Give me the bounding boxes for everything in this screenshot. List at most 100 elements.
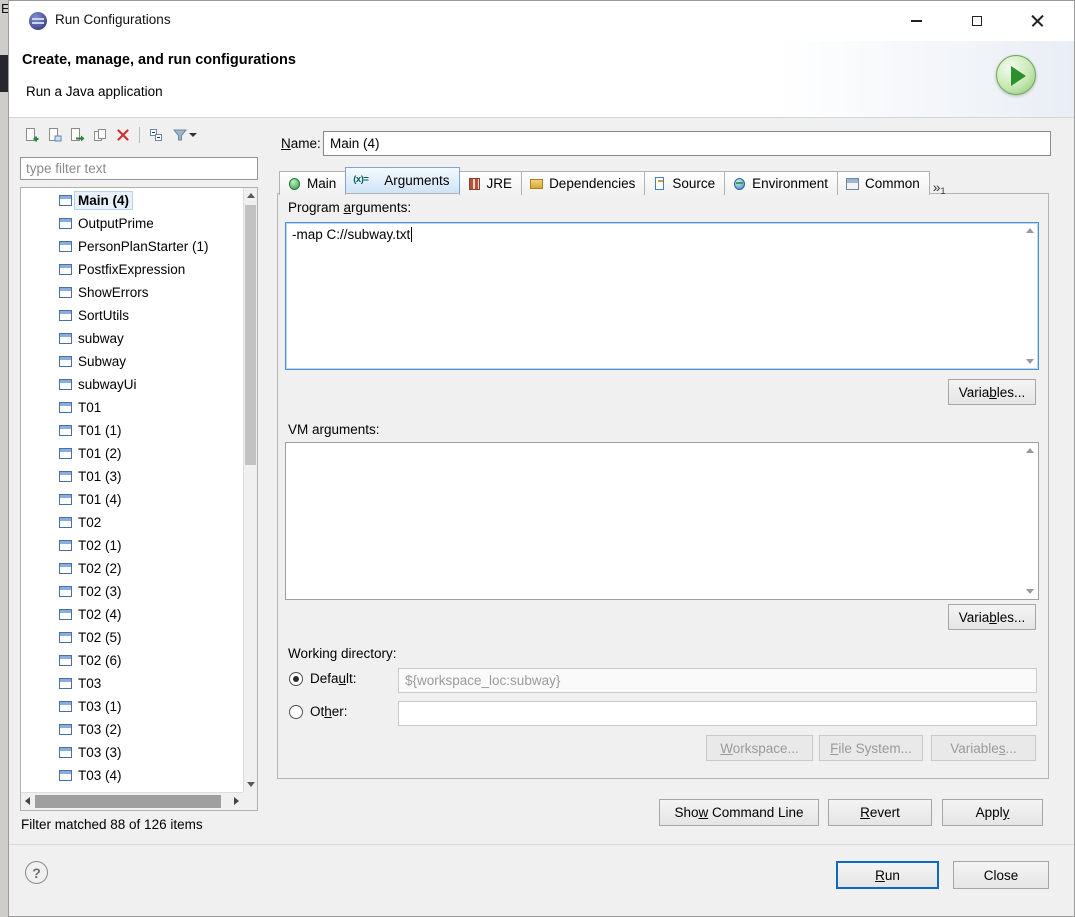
- tab-arguments[interactable]: Arguments: [345, 167, 460, 193]
- tree-item[interactable]: T03 (2): [21, 718, 243, 741]
- duplicate-button[interactable]: [91, 126, 109, 144]
- tree-item[interactable]: Main (4): [21, 189, 243, 212]
- tree-item[interactable]: subwayUi: [21, 373, 243, 396]
- help-icon: ?: [32, 864, 41, 881]
- export-button[interactable]: [68, 126, 86, 144]
- tab-label: Dependencies: [549, 176, 636, 191]
- scroll-left-icon[interactable]: [25, 797, 30, 805]
- scroll-up-icon[interactable]: [247, 193, 255, 198]
- tab-label: Source: [672, 176, 716, 191]
- tree-item[interactable]: PersonPlanStarter (1): [21, 235, 243, 258]
- arguments-tab-content: Program arguments: -map C://subway.txt V…: [277, 193, 1049, 779]
- tree-item-label: T03: [78, 676, 102, 691]
- delete-button[interactable]: [114, 126, 132, 144]
- java-application-icon: [59, 586, 72, 597]
- help-button[interactable]: ?: [25, 861, 48, 884]
- collapse-all-button[interactable]: [147, 126, 165, 144]
- horizontal-scrollbar[interactable]: [21, 792, 243, 810]
- tab-environment[interactable]: Environment: [724, 171, 838, 195]
- java-application-icon: [59, 678, 72, 689]
- textarea-scroll-up-icon[interactable]: [1026, 228, 1034, 233]
- other-directory-field[interactable]: [398, 701, 1037, 726]
- close-window-button[interactable]: [1014, 1, 1060, 41]
- vm-arguments-input[interactable]: [285, 442, 1039, 600]
- tab-label: JRE: [486, 176, 513, 191]
- revert-button[interactable]: Revert: [828, 799, 932, 826]
- tree-item[interactable]: ShowErrors: [21, 281, 243, 304]
- tab-common[interactable]: Common: [836, 171, 930, 195]
- java-application-icon: [59, 724, 72, 735]
- tree-item-label: PersonPlanStarter (1): [78, 239, 209, 254]
- tree-item[interactable]: PostfixExpression: [21, 258, 243, 281]
- tree-item[interactable]: T02 (3): [21, 580, 243, 603]
- new-prototype-button[interactable]: [45, 126, 63, 144]
- tree-item-label: ShowErrors: [78, 285, 149, 300]
- run-badge-icon: [996, 55, 1036, 95]
- textarea-scroll-down-icon[interactable]: [1026, 589, 1034, 594]
- workspace-button: Workspace...: [706, 735, 813, 761]
- close-button[interactable]: Close: [953, 861, 1049, 889]
- filter-input[interactable]: [20, 157, 258, 180]
- tree-item[interactable]: T03 (1): [21, 695, 243, 718]
- tree-item[interactable]: T02 (6): [21, 649, 243, 672]
- filter-status-text: Filter matched 88 of 126 items: [21, 817, 203, 832]
- maximize-button[interactable]: [954, 1, 1000, 41]
- eclipse-logo-icon: [29, 12, 47, 30]
- tab-jre[interactable]: JRE: [458, 171, 523, 195]
- textarea-scroll-up-icon[interactable]: [1026, 448, 1034, 453]
- tree-item[interactable]: T01 (4): [21, 488, 243, 511]
- minimize-button[interactable]: [893, 1, 939, 41]
- tree-item[interactable]: T03: [21, 672, 243, 695]
- default-directory-field: [398, 668, 1037, 693]
- tree-item[interactable]: T01 (2): [21, 442, 243, 465]
- apply-button[interactable]: Apply: [942, 799, 1043, 826]
- tree-item[interactable]: T02 (4): [21, 603, 243, 626]
- default-radio-label[interactable]: Default:: [310, 671, 357, 686]
- tab-main[interactable]: Main: [279, 171, 347, 195]
- java-application-icon: [59, 379, 72, 390]
- tree-item[interactable]: T02 (1): [21, 534, 243, 557]
- environment-tab-icon: [732, 177, 747, 190]
- tree-item-label: T03 (2): [78, 722, 122, 737]
- vm-variables-button[interactable]: Variables...: [948, 604, 1036, 630]
- dialog-footer: ? Run Close: [9, 844, 1074, 916]
- tab-dependencies[interactable]: Dependencies: [521, 171, 646, 195]
- java-application-icon: [59, 471, 72, 482]
- tree-item[interactable]: T01: [21, 396, 243, 419]
- java-application-icon: [59, 241, 72, 252]
- other-radio[interactable]: [289, 705, 303, 719]
- scroll-down-icon[interactable]: [247, 782, 255, 787]
- tree-item[interactable]: T02: [21, 511, 243, 534]
- tab-overflow[interactable]: » 1: [929, 179, 950, 196]
- horizontal-scrollbar-thumb[interactable]: [35, 795, 221, 808]
- tree-item-label: T01 (1): [78, 423, 122, 438]
- tab-source[interactable]: Source: [644, 171, 726, 195]
- filter-menu-button[interactable]: [170, 126, 198, 144]
- vertical-scrollbar-thumb[interactable]: [245, 205, 256, 465]
- tree-item[interactable]: SortUtils: [21, 304, 243, 327]
- tree-item[interactable]: T02 (5): [21, 626, 243, 649]
- new-configuration-button[interactable]: [22, 126, 40, 144]
- common-tab-icon: [845, 177, 860, 190]
- default-radio[interactable]: [289, 672, 303, 686]
- tree-item[interactable]: Subway: [21, 350, 243, 373]
- program-variables-button[interactable]: Variables...: [948, 379, 1036, 405]
- textarea-scroll-down-icon[interactable]: [1026, 359, 1034, 364]
- tree-item[interactable]: T01 (1): [21, 419, 243, 442]
- tab-label: Common: [864, 176, 920, 191]
- show-command-line-button[interactable]: Show Command Line: [659, 799, 819, 826]
- program-arguments-input[interactable]: -map C://subway.txt: [285, 222, 1039, 370]
- tree-item[interactable]: subway: [21, 327, 243, 350]
- run-button[interactable]: Run: [836, 861, 939, 889]
- run-configurations-dialog: Run Configurations Create, manage, and r…: [8, 0, 1075, 917]
- name-input[interactable]: [323, 131, 1051, 156]
- scroll-right-icon[interactable]: [234, 797, 239, 805]
- vertical-scrollbar[interactable]: [243, 188, 257, 792]
- dialog-header: Create, manage, and run configurations R…: [9, 41, 1074, 118]
- tree-item[interactable]: T01 (3): [21, 465, 243, 488]
- tree-item[interactable]: T03 (3): [21, 741, 243, 764]
- tree-item[interactable]: T02 (2): [21, 557, 243, 580]
- tree-item[interactable]: T03 (4): [21, 764, 243, 787]
- tree-item[interactable]: OutputPrime: [21, 212, 243, 235]
- other-radio-label[interactable]: Other:: [310, 704, 348, 719]
